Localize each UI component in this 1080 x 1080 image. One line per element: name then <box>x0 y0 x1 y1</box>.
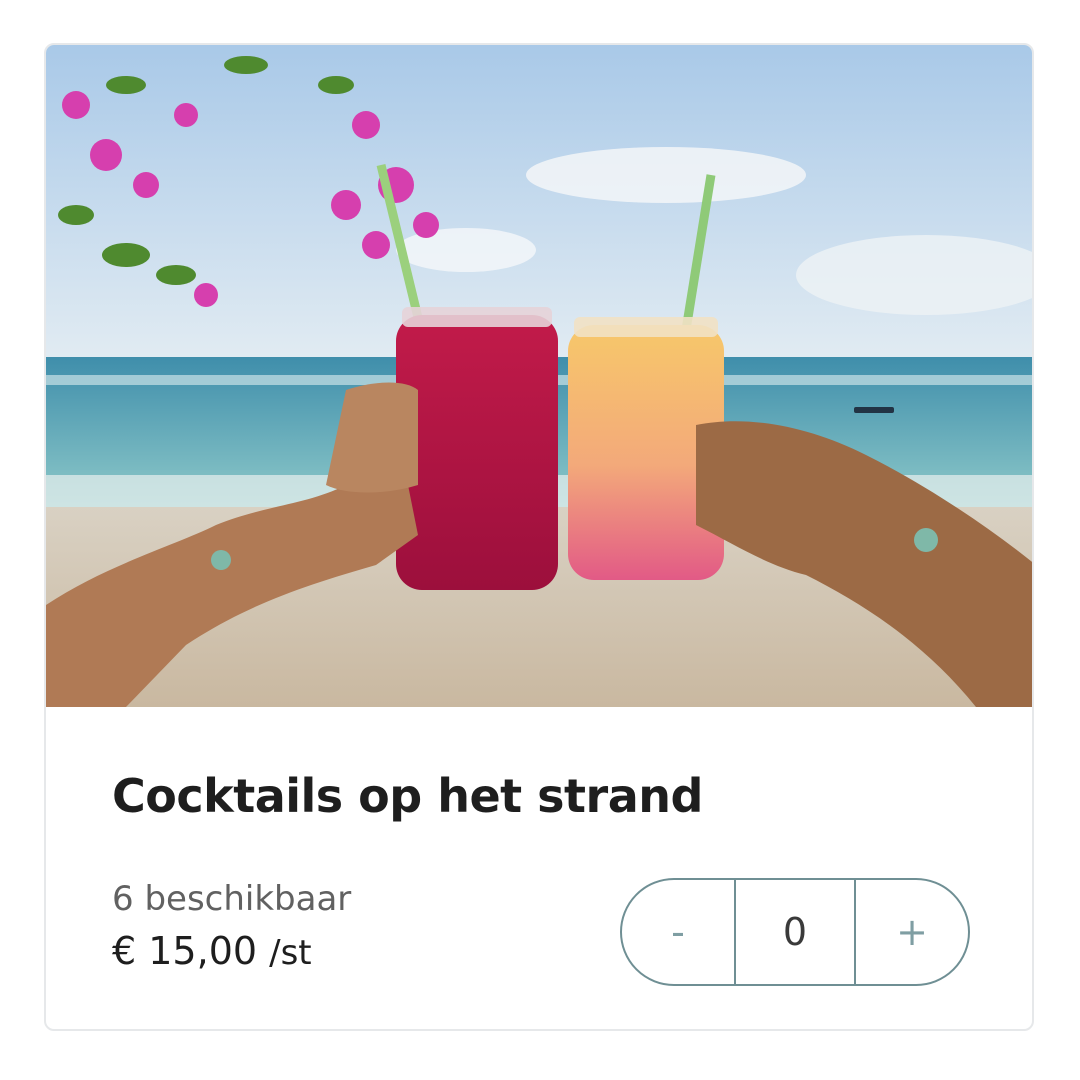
quantity-stepper: - 0 + <box>620 878 970 986</box>
product-title: Cocktails op het strand <box>112 769 703 823</box>
availability-text: 6 beschikbaar <box>112 879 352 919</box>
increment-button[interactable]: + <box>856 880 968 984</box>
price-amount: € 15,00 <box>112 929 258 973</box>
price-unit: /st <box>269 933 312 973</box>
quantity-value[interactable]: 0 <box>734 880 856 984</box>
decrement-button[interactable]: - <box>622 880 734 984</box>
product-image <box>46 45 1032 707</box>
product-card: Cocktails op het strand 6 beschikbaar € … <box>44 43 1034 1031</box>
price: € 15,00 /st <box>112 929 312 973</box>
